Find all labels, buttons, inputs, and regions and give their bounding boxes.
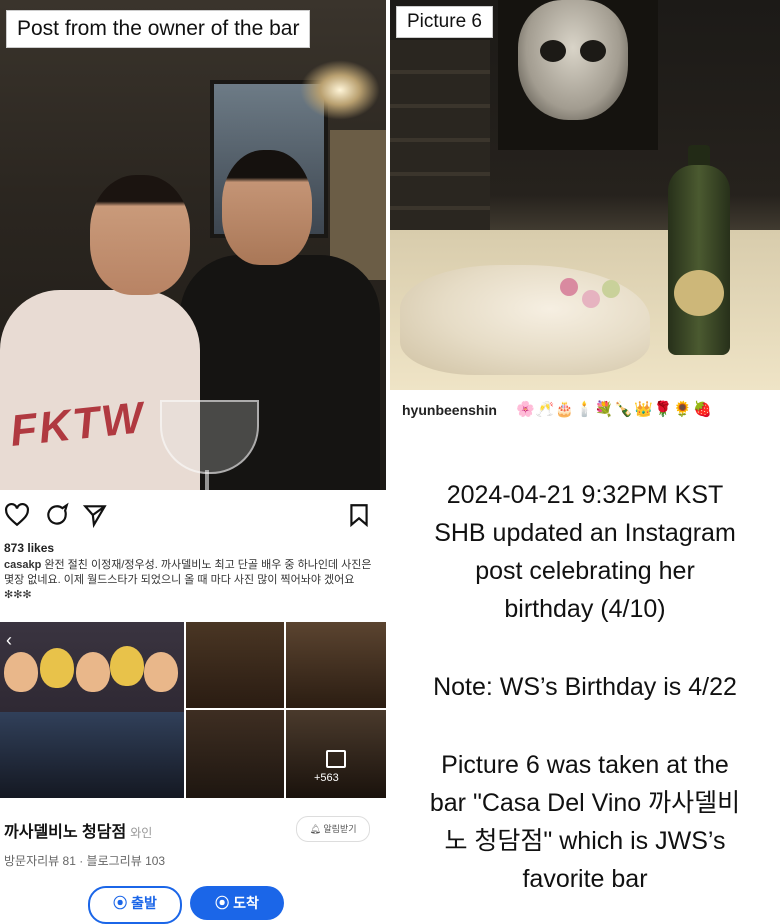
listing-photo-a[interactable]	[186, 622, 284, 708]
place-name: 까사델비노 청담점	[4, 824, 127, 841]
place-title[interactable]: 까사델비노 청담점 와인	[4, 818, 152, 842]
instagram-action-bar	[0, 496, 386, 536]
bottle-label	[674, 270, 724, 316]
skull	[518, 0, 628, 120]
location-line: favorite bar	[522, 865, 648, 893]
listing-photos[interactable]: ‹ × +563	[0, 622, 647, 798]
balloon	[76, 652, 110, 692]
heart-icon[interactable]	[4, 502, 30, 528]
pin-icon: ⦿	[113, 895, 128, 911]
listing-main-photo[interactable]: ‹	[0, 622, 184, 798]
balloon	[4, 652, 38, 692]
balloon	[40, 648, 74, 688]
alarm-button[interactable]: 🔔︎ 알림받기	[296, 816, 370, 842]
wine-glass-stem	[205, 470, 209, 490]
arrive-button[interactable]: ⦿ 도착	[190, 886, 284, 920]
start-button[interactable]: ⦿ 출발	[88, 886, 182, 924]
person-right-head	[222, 150, 312, 265]
right-panel: Picture 6 hyunbeenshin 🌸🥂🎂🕯️💐🍾👑🌹🌻🍓 2024-…	[390, 0, 780, 906]
likes-count: 873 likes	[4, 541, 55, 555]
post-caption: casakp 완전 절친 이정재/정우성. 까사델비노 최고 단골 배우 중 하…	[4, 558, 378, 603]
bar-owner-photo: FKTW Post from the owner of the bar	[0, 0, 386, 490]
emoji-row: 🌸🥂🎂🕯️💐🍾👑🌹🌻🍓	[516, 401, 713, 418]
skull-eye	[540, 40, 566, 62]
alarm-label: 알림받기	[323, 824, 357, 834]
flower	[560, 278, 578, 296]
update-line: post celebrating her	[475, 557, 695, 585]
update-line: SHB updated an Instagram	[434, 519, 736, 547]
bookmark-icon[interactable]	[346, 502, 372, 528]
birthday-note: Note: WS’s Birthday is 4/22	[433, 673, 737, 701]
champagne-bottle	[668, 165, 730, 355]
instagram-handle[interactable]: hyunbeenshin	[402, 402, 497, 418]
comment-icon[interactable]	[44, 502, 70, 528]
arrive-label: 도착	[233, 895, 259, 911]
timestamp-block: 2024-04-21 9:32PM KST SHB updated an Ins…	[390, 476, 780, 628]
timestamp-line: 2024-04-21 9:32PM KST	[446, 481, 724, 509]
pin-icon: ⦿	[215, 895, 230, 911]
start-label: 출발	[131, 895, 157, 911]
photo-count: +563	[314, 772, 339, 784]
balloon	[144, 652, 178, 692]
place-category: 와인	[130, 826, 153, 840]
listing-photo-more[interactable]: +563	[286, 710, 386, 798]
gallery-icon	[326, 750, 346, 768]
post-username[interactable]: casakp	[4, 559, 41, 571]
location-line: bar "Casa Del Vino 까사델비	[429, 789, 741, 817]
listing-photo-c[interactable]	[186, 710, 284, 798]
skull-eye	[580, 40, 606, 62]
flower	[602, 280, 620, 298]
person-left-head	[90, 175, 190, 295]
review-counts: 방문자리뷰 81 · 블로그리뷰 103	[4, 854, 166, 868]
picture-6-photo: Picture 6	[390, 0, 780, 390]
balloon	[110, 646, 144, 686]
location-line: Picture 6 was taken at the	[441, 751, 729, 779]
left-panel: FKTW Post from the owner of the bar 873 …	[0, 0, 647, 924]
share-icon[interactable]	[82, 502, 108, 528]
post-caption-text: 완전 절친 이정재/정우성. 까사델비노 최고 단골 배우 중 하나인데 사진은…	[4, 559, 372, 601]
left-caption: Post from the owner of the bar	[6, 10, 311, 48]
listing-photo-b[interactable]: ×	[286, 622, 647, 708]
location-line: 노 청담점" which is JWS’s	[444, 827, 726, 855]
person-left-body	[0, 290, 200, 490]
bell-icon: 🔔︎	[309, 824, 321, 834]
right-caption: Picture 6	[396, 6, 493, 38]
location-note: Picture 6 was taken at the bar "Casa Del…	[390, 746, 780, 898]
bar-interior	[0, 712, 184, 798]
ceiling-lamp	[300, 60, 380, 120]
flower	[582, 290, 600, 308]
update-line: birthday (4/10)	[504, 595, 666, 623]
chevron-left-icon[interactable]: ‹	[6, 630, 12, 651]
